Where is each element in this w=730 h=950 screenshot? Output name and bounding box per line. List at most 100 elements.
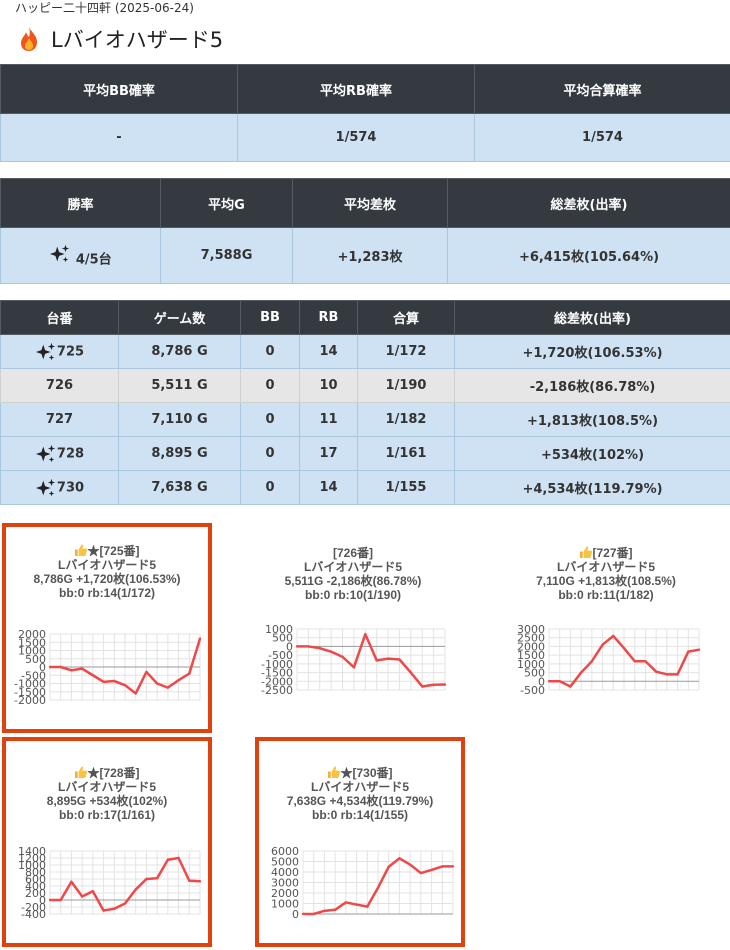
data-point [102,909,105,912]
data-point [443,683,447,686]
table-row[interactable]: 726 5,511 G 0 10 1/190 -2,186枚(86.78%) [0,368,730,403]
data-point [376,886,380,889]
header-avg-total: 平均合算確率 [474,64,730,114]
machine-games: 7,110 G [118,402,241,437]
machine-total: 1/172 [357,334,455,369]
card-bonus: bb:0 rb:14(1/155) [311,808,409,822]
data-point [166,686,170,689]
data-point [329,650,333,653]
value-total-diff: +6,415枚(105.64%) [447,227,730,284]
machine-diff: +1,813枚(108.5%) [454,402,730,437]
machine-diff: +1,720枚(106.53%) [454,334,730,369]
table-row[interactable]: 728 8,895 G 0 17 1/161 +534枚(102%) [0,436,730,471]
data-point [102,680,105,684]
data-point [70,880,73,883]
data-point [295,645,299,648]
data-point [366,905,369,908]
data-point [364,633,367,636]
diff-line-chart: 2000150010005000-500-1000-1500-2000 [14,628,202,707]
card-model-name: Lバイオハザード5 [556,560,655,574]
data-point [697,648,701,651]
chart-card-730[interactable]: ★[730番] Lバイオハザード5 7,638G +4,534枚(119.79%) b… [255,737,465,947]
machine-bb: 0 [240,436,300,471]
data-point [80,895,84,898]
data-point [622,646,626,650]
machine-diff: +534枚(102%) [454,436,730,471]
data-point [352,666,356,669]
header-avg-games: 平均G [160,178,293,228]
machine-no-text: 730 [56,480,85,495]
win-summary-table: 勝率 平均G 平均差枚 総差枚(出率) 4/5台 7,588G +1,283枚 … [0,178,730,284]
card-model-name: Lバイオハザード5 [57,558,156,572]
data-point [198,637,202,640]
header-games: ゲーム数 [118,300,241,335]
value-avg-games: 7,588G [160,227,293,284]
data-point [155,877,159,880]
data-point [547,680,551,683]
card-title-line: [727番] [505,546,707,560]
card-bonus: bb:0 rb:14(1/172) [58,586,156,600]
diff-line-chart: 10005000-500-1000-1500-2000-2500 [261,623,447,697]
machine-rb: 11 [299,402,358,437]
data-point [145,877,148,881]
y-tick-label: -400 [21,908,46,921]
data-point [558,680,561,683]
diff-line-chart: 6000500040003000200010000 [271,845,455,921]
card-title-line: [726番] [253,546,453,560]
machine-games: 7,638 G [118,470,241,505]
y-tick-label: -2000 [14,694,46,707]
card-title-line: ★[725番] [6,544,208,558]
card-stats: 8,895G +534枚(102%) [46,794,168,808]
machine-rb: 14 [299,334,358,369]
value-avg-rb: 1/574 [237,113,475,162]
card-stats: 8,786G +1,720枚(106.53%) [33,572,181,586]
thumbs-up-icon [580,546,593,558]
sparkles-icon [50,245,70,263]
table-row[interactable]: 727 7,110 G 0 11 1/182 +1,813枚(108.5%) [0,402,730,437]
diff-line-chart: 1400120010008006004002000-200-400 [18,845,202,921]
data-point [188,672,191,675]
machine-total: 1/161 [357,436,455,471]
card-stats: 5,511G -2,186枚(86.78%) [284,574,422,588]
machine-table: 台番 ゲーム数 BB RB 合算 総差枚(出率) 725 8,786 G 0 14 1/… [0,300,730,505]
data-point [387,865,390,868]
machine-total: 1/182 [357,402,455,437]
table-row[interactable]: 725 8,786 G 0 14 1/172 +1,720枚(106.53%) [0,334,730,369]
data-point [91,674,95,677]
chart-card-header: ★[728番] Lバイオハザード5 8,895G +534枚(102%) bb:0 r… [6,766,208,822]
data-point [408,863,412,866]
data-point [375,659,378,662]
card-machine-label: ★[728番] [87,766,140,780]
data-point [113,679,116,683]
machine-no: 730 [0,470,119,505]
chart-card-728[interactable]: ★[728番] Lバイオハザード5 8,895G +534枚(102%) bb:0 r… [2,737,212,947]
data-point [318,646,321,650]
machine-games: 8,786 G [118,334,241,369]
chart-card-727[interactable]: [727番] Lバイオハザード5 7,110G +1,813枚(108.5%) bb:… [505,522,707,722]
thumbs-up-icon [75,766,88,778]
data-point [198,880,202,883]
win-rate-text: 4/5台 [75,252,112,268]
data-point [48,898,52,902]
card-stats: 7,638G +4,534枚(119.79%) [286,794,434,808]
data-point [590,660,594,663]
chart-card-header: ★[725番] Lバイオハザード5 8,786G +1,720枚(106.53%) b… [6,544,208,600]
probability-summary-table: 平均BB確率 平均RB確率 平均合算確率 - 1/574 1/574 [0,64,730,162]
data-point [644,660,647,663]
data-point [665,673,669,676]
card-stats: 7,110G +1,813枚(108.5%) [536,574,676,588]
data-point [134,692,137,695]
machine-diff: -2,186枚(86.78%) [454,368,730,403]
machine-diff: +4,534枚(119.79%) [454,470,730,505]
data-point [676,673,679,676]
data-point [421,685,424,688]
chart-card-726[interactable]: [726番] Lバイオハザード5 5,511G -2,186枚(86.78%) bb:… [253,522,453,722]
chart-card-header: [727番] Lバイオハザード5 7,110G +1,813枚(108.5%) bb:… [505,546,707,602]
machine-no: 727 [0,402,119,437]
data-point [687,650,690,653]
data-point [409,671,413,674]
card-model-name: Lバイオハザード5 [303,560,402,574]
chart-card-725[interactable]: ★[725番] Lバイオハザード5 8,786G +1,720枚(106.53%) b… [2,523,212,733]
table-row[interactable]: 730 7,638 G 0 14 1/155 +4,534枚(119.79%) [0,470,730,505]
data-point [419,871,423,875]
